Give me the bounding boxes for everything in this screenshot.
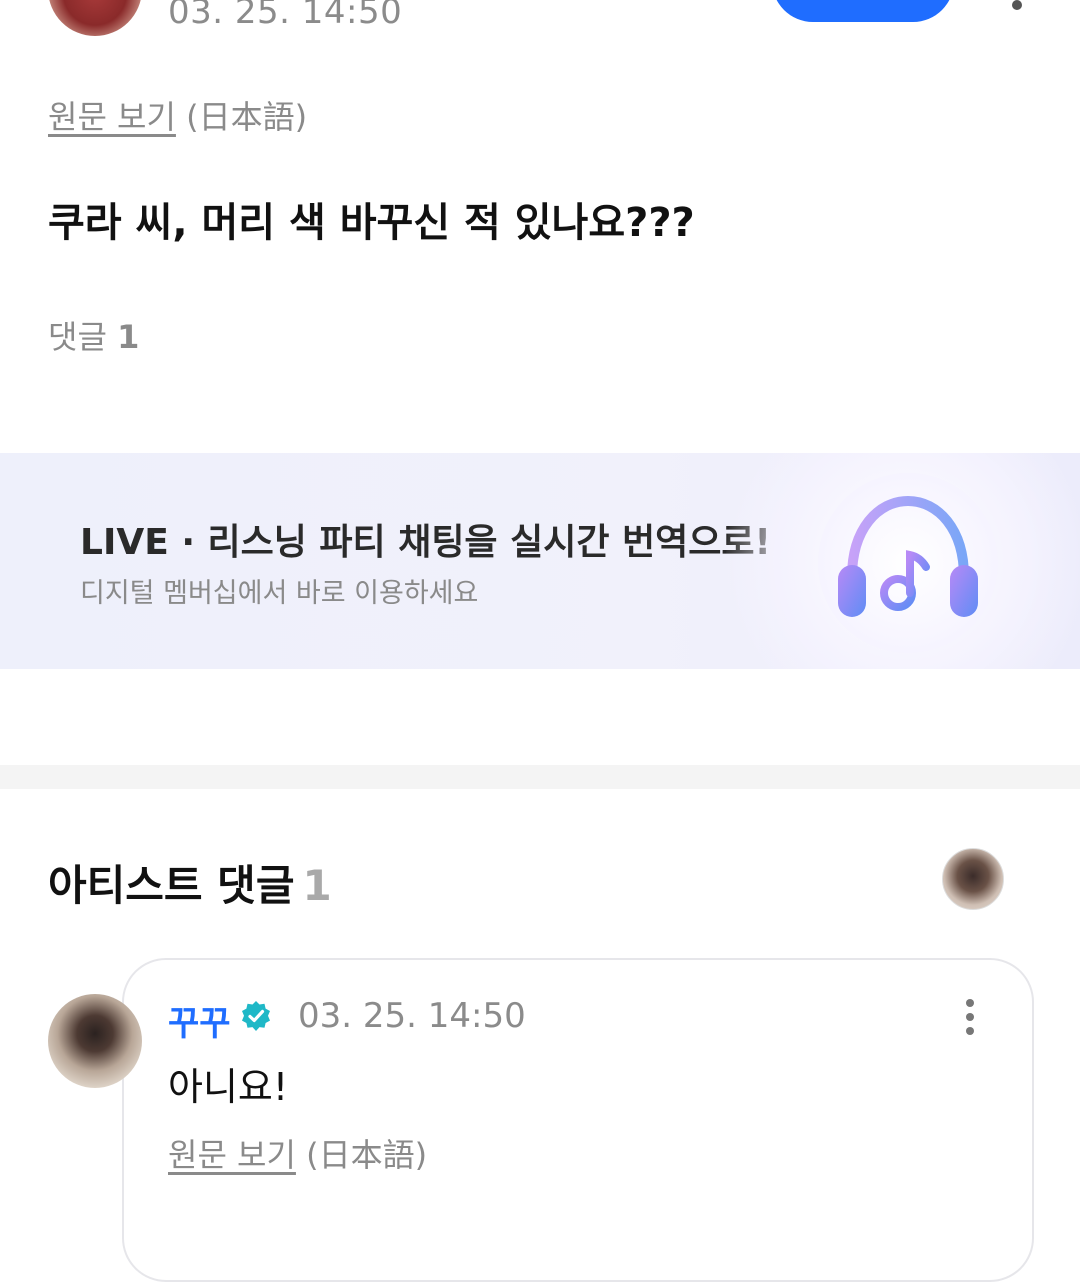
comments-count: 1 [117, 318, 140, 356]
comments-link[interactable]: 댓글 1 [48, 312, 139, 358]
view-original-link[interactable]: 원문 보기 [48, 98, 176, 136]
original-language-label: (日本語) [186, 98, 308, 136]
headphones-music-icon [838, 495, 978, 617]
comment-author-name[interactable]: 꾸꾸 [168, 996, 231, 1045]
artist-comments-heading: 아티스트 댓글 1 [48, 852, 332, 913]
post-author-avatar[interactable] [48, 0, 142, 36]
banner-title: LIVE · 리스닝 파티 채팅을 실시간 번역으로! [80, 522, 771, 563]
section-divider [0, 765, 1080, 789]
artist-comments-count: 1 [302, 861, 332, 910]
comment-original-language-label: (日本語) [306, 1136, 428, 1174]
comment-timestamp: 03. 25. 14:50 [298, 996, 526, 1036]
post-body: 쿠라 씨, 머리 색 바꾸신 적 있나요??? [48, 200, 695, 246]
post-more-icon[interactable] [1012, 0, 1022, 10]
comment-more-icon[interactable] [955, 996, 985, 1040]
artist-avatar-small[interactable] [942, 848, 1004, 910]
commenter-avatar[interactable] [48, 994, 142, 1088]
follow-button[interactable] [772, 0, 954, 22]
post-original-language: 원문 보기 (日本語) [48, 92, 307, 138]
comment-body: 아니요! [168, 1065, 289, 1109]
verified-badge-icon [242, 1001, 270, 1031]
listening-party-banner[interactable]: LIVE · 리스닝 파티 채팅을 실시간 번역으로! 디지털 멤버십에서 바로… [0, 453, 1080, 669]
banner-subtitle: 디지털 멤버십에서 바로 이용하세요 [80, 578, 479, 609]
comment-view-original-link[interactable]: 원문 보기 [168, 1136, 296, 1174]
comments-label: 댓글 [48, 318, 107, 356]
comment-original-language: 원문 보기 (日本語) [168, 1130, 427, 1176]
artist-comments-title: 아티스트 댓글 [48, 861, 295, 910]
post-timestamp: 03. 25. 14:50 [168, 0, 403, 32]
